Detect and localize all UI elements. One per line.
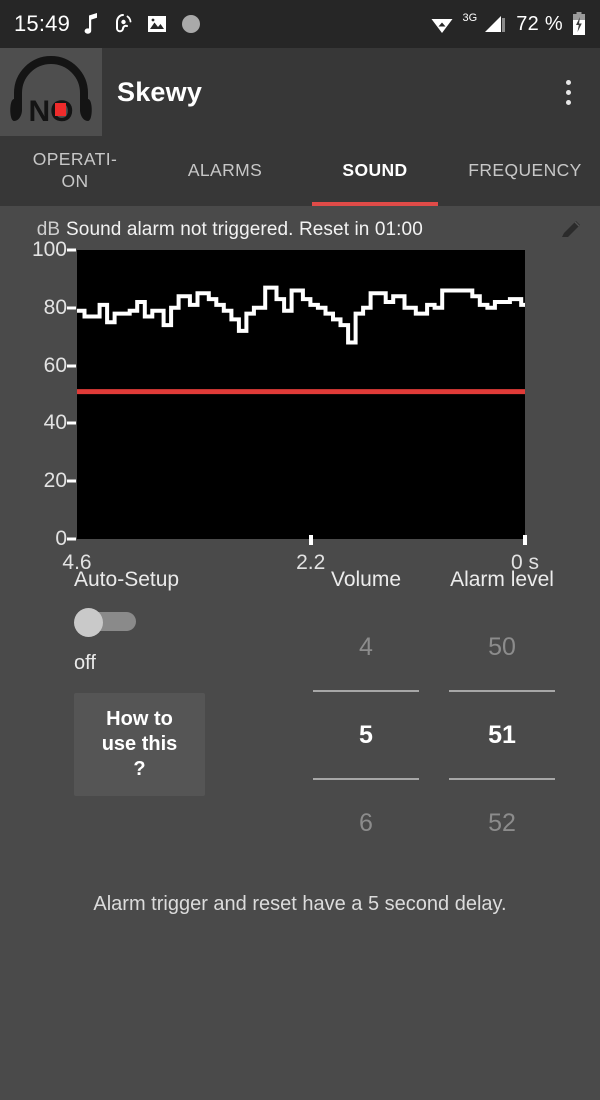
- app-bar: NO Skewy: [0, 48, 600, 136]
- circle-icon: [181, 14, 201, 34]
- y-axis-tick-label: 40: [43, 411, 67, 435]
- overflow-dot: [565, 89, 571, 95]
- status-bar: 15:49 3G 72 %: [0, 0, 600, 48]
- image-icon: [147, 15, 167, 33]
- volume-next-value[interactable]: 6: [305, 802, 427, 844]
- controls-section: Auto-Setup off How to use this ? Volume …: [0, 568, 600, 838]
- y-axis-tick-label: 60: [43, 353, 67, 377]
- auto-setup-toggle[interactable]: [74, 608, 142, 637]
- x-axis-tick-mark: [308, 535, 313, 545]
- footer-note: Alarm trigger and reset have a 5 second …: [93, 893, 507, 915]
- alarm-level-picker-title: Alarm level: [450, 568, 554, 591]
- picker-divider: [449, 778, 555, 780]
- music-note-icon: [84, 13, 99, 35]
- sound-level-chart: 0 20 40 60 80 100 4.6 2.2 0 s: [0, 238, 600, 574]
- volume-previous-value[interactable]: 4: [305, 626, 427, 668]
- alarm-level-next-value[interactable]: 52: [441, 802, 563, 844]
- x-axis-tick-mark: [523, 535, 527, 545]
- y-axis-tick-mark: [67, 537, 76, 541]
- picker-divider: [449, 690, 555, 692]
- volume-picker[interactable]: Volume 4 5 6: [305, 568, 427, 844]
- status-bar-notification-icons: [84, 13, 201, 35]
- battery-charging-icon: [572, 12, 586, 36]
- overflow-dot: [565, 79, 571, 85]
- page-title: Skewy: [117, 76, 203, 107]
- overflow-dot: [565, 99, 571, 105]
- number-pickers: Volume 4 5 6 Alarm level 50 51 52: [305, 568, 563, 844]
- picker-divider: [313, 778, 419, 780]
- app-logo: NO: [0, 48, 102, 136]
- tab-alarms[interactable]: ALARMS: [150, 136, 300, 206]
- wifi-icon: [430, 14, 454, 34]
- overflow-menu-icon[interactable]: [554, 73, 582, 111]
- alarm-status-message: Sound alarm not triggered. Reset in 01:0…: [66, 219, 423, 240]
- tab-sound-label: SOUND: [342, 160, 408, 181]
- svg-text:NO: NO: [29, 95, 74, 128]
- tab-alarms-label: ALARMS: [187, 160, 263, 181]
- hearing-icon: [113, 13, 133, 35]
- chart-plot-area: [77, 250, 525, 539]
- chart-line-series: [77, 285, 525, 345]
- y-axis-tick-label: 100: [31, 238, 67, 261]
- y-axis-tick-mark: [67, 248, 76, 252]
- tab-operation[interactable]: OPERATI- ON: [0, 136, 150, 206]
- pencil-icon[interactable]: [556, 215, 586, 245]
- battery-percent-label: 72 %: [516, 12, 563, 35]
- alarm-level-selected-value[interactable]: 51: [441, 714, 563, 756]
- alarm-level-picker[interactable]: Alarm level 50 51 52: [441, 568, 563, 844]
- how-to-use-button[interactable]: How to use this ?: [74, 693, 205, 796]
- chart-series-svg: [77, 285, 525, 395]
- auto-setup-group: Auto-Setup off How to use this ?: [74, 568, 304, 796]
- status-bar-clock: 15:49: [14, 11, 71, 36]
- chart-header: dB Sound alarm not triggered. Reset in 0…: [0, 212, 600, 248]
- y-axis-tick-mark: [67, 364, 76, 368]
- y-axis-tick-mark: [67, 306, 76, 310]
- app-screen: 15:49 3G 72 % NO Skewy OPERATI- ON ALARM…: [0, 0, 600, 1100]
- tab-sound[interactable]: SOUND: [300, 136, 450, 206]
- volume-picker-title: Volume: [330, 568, 402, 591]
- tab-bar: OPERATI- ON ALARMS SOUND FREQUENCY: [0, 136, 600, 206]
- auto-setup-state-label: off: [74, 652, 96, 674]
- tab-operation-label: OPERATI- ON: [32, 149, 118, 191]
- signal-icon: [483, 14, 507, 34]
- tab-frequency-label: FREQUENCY: [468, 160, 582, 181]
- picker-divider: [313, 690, 419, 692]
- y-axis-tick-mark: [67, 421, 76, 425]
- volume-selected-value[interactable]: 5: [305, 714, 427, 756]
- headphones-no-icon: NO: [10, 56, 92, 128]
- status-bar-system-icons: 3G 72 %: [430, 12, 586, 36]
- tab-frequency[interactable]: FREQUENCY: [450, 136, 600, 206]
- y-axis-tick-label: 20: [43, 469, 67, 493]
- y-axis-tick-label: 80: [43, 295, 67, 319]
- y-axis-tick-mark: [67, 479, 76, 483]
- chart-y-axis: 0 20 40 60 80 100: [0, 238, 77, 550]
- network-type-label: 3G: [462, 12, 478, 24]
- toggle-thumb: [74, 608, 103, 637]
- alarm-level-previous-value[interactable]: 50: [441, 626, 563, 668]
- auto-setup-label: Auto-Setup: [74, 568, 180, 591]
